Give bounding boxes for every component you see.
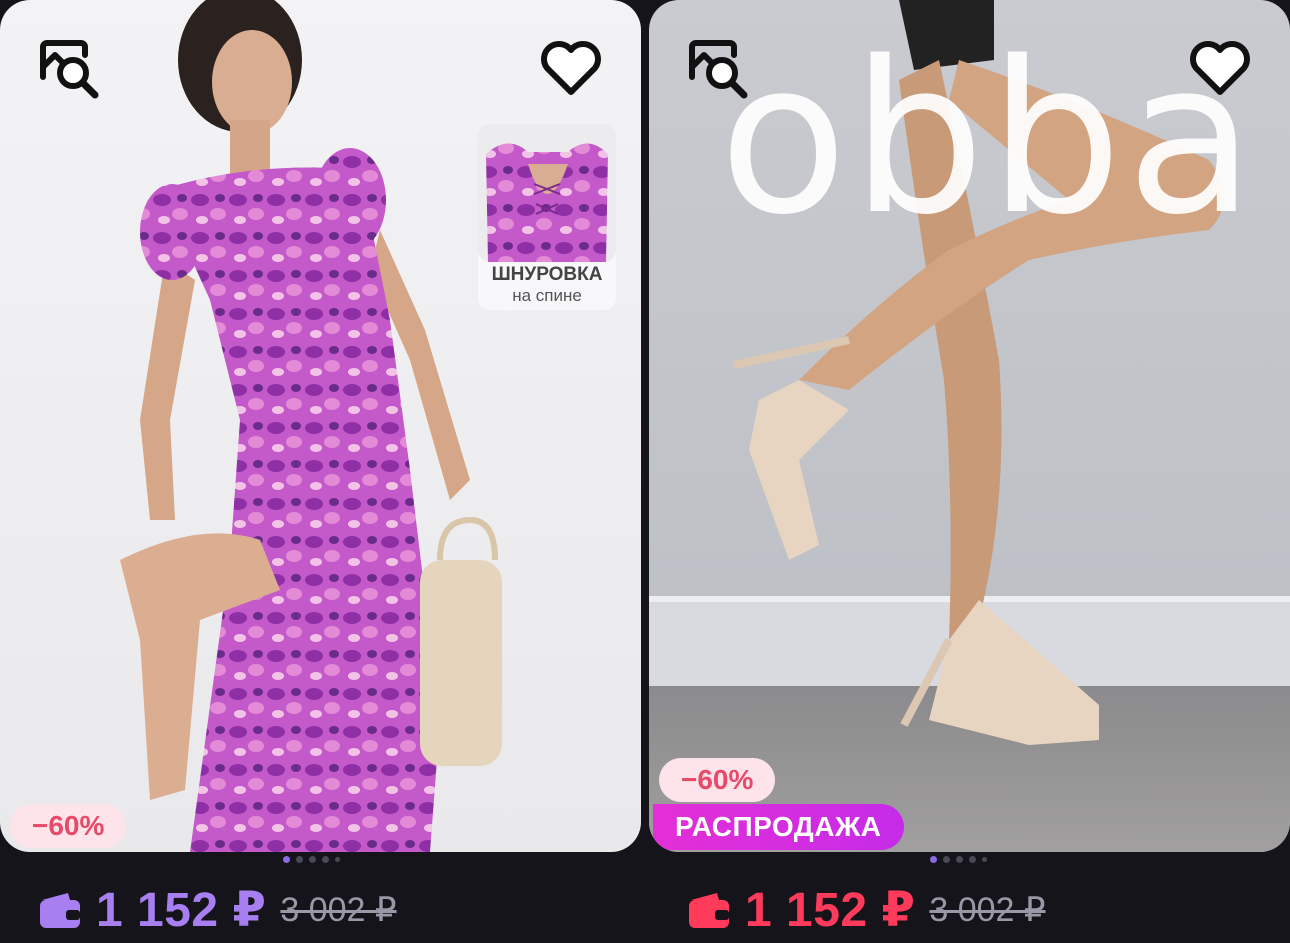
- favorite-button[interactable]: [1180, 28, 1260, 108]
- sale-label: РАСПРОДАЖА: [675, 811, 882, 842]
- sale-badge: РАСПРОДАЖА: [653, 804, 904, 850]
- price-row: 1 152 ₽ 3 002 ₽: [687, 880, 1046, 940]
- wallet-icon: [40, 893, 80, 928]
- carousel-dot: [930, 856, 937, 863]
- current-price: 1 152 ₽: [745, 884, 916, 937]
- discount-badge: −60%: [10, 804, 127, 848]
- carousel-dot: [322, 856, 329, 863]
- product-photo[interactable]: ШНУРОВКА на спине −60%: [0, 0, 641, 852]
- discount-badge: −60%: [659, 758, 776, 802]
- carousel-dot: [296, 856, 303, 863]
- carousel-dot: [335, 857, 340, 862]
- carousel-dot: [982, 857, 987, 862]
- carousel-dot: [956, 856, 963, 863]
- image-search-button[interactable]: [30, 30, 110, 110]
- carousel-indicator: [930, 856, 987, 863]
- promo-inset-image: [478, 124, 616, 262]
- carousel-dot: [309, 856, 316, 863]
- carousel-indicator: [283, 856, 340, 863]
- old-price: 3 002 ₽: [280, 891, 397, 929]
- image-search-icon: [689, 40, 748, 99]
- old-price: 3 002 ₽: [929, 891, 1046, 929]
- favorite-button[interactable]: [531, 28, 611, 108]
- discount-label: −60%: [32, 810, 105, 841]
- product-card-dress[interactable]: ШНУРОВКА на спине −60% 1 152 ₽ 3 002 ₽: [0, 0, 641, 943]
- carousel-dot: [283, 856, 290, 863]
- discount-label: −60%: [681, 764, 754, 795]
- carousel-dot: [943, 856, 950, 863]
- product-grid: ШНУРОВКА на спине −60% 1 152 ₽ 3 002 ₽ o…: [0, 0, 1290, 943]
- price-row: 1 152 ₽ 3 002 ₽: [38, 880, 397, 940]
- promo-title: ШНУРОВКА: [491, 264, 603, 285]
- heart-outline-icon: [541, 41, 601, 95]
- image-search-icon: [40, 40, 99, 99]
- heart-outline-icon: [1190, 41, 1250, 95]
- promo-inset: ШНУРОВКА на спине: [478, 124, 616, 310]
- brand-logo: obba: [719, 16, 1259, 261]
- product-photo[interactable]: obba −60% РАСПРОДАЖА: [649, 0, 1290, 852]
- wallet-icon: [689, 893, 729, 928]
- image-search-button[interactable]: [679, 30, 759, 110]
- product-card-shoes[interactable]: obba −60% РАСПРОДАЖА 1 152 ₽ 3 002 ₽: [649, 0, 1290, 943]
- current-price: 1 152 ₽: [96, 884, 267, 937]
- carousel-dot: [969, 856, 976, 863]
- promo-subtitle: на спине: [512, 286, 582, 305]
